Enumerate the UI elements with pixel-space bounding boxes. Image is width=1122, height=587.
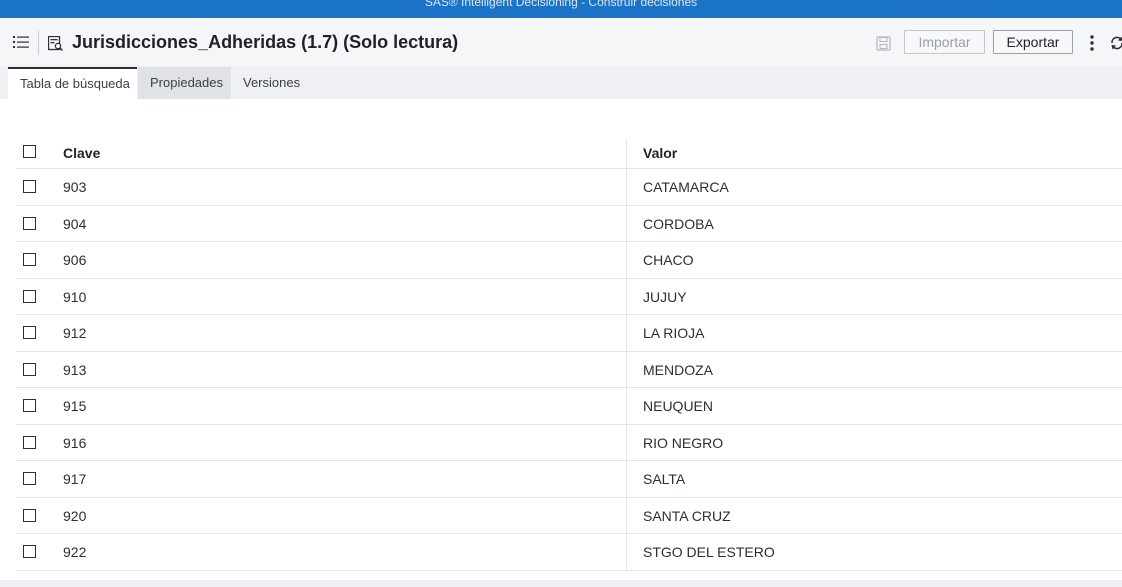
row-checkbox[interactable] bbox=[23, 508, 36, 522]
table-row[interactable]: 916 RIO NEGRO bbox=[16, 425, 1122, 461]
cell-key: 906 bbox=[63, 252, 87, 268]
cell-key: 903 bbox=[63, 179, 87, 195]
table-row[interactable]: 903 CATAMARCA bbox=[16, 169, 1122, 206]
cell-key: 917 bbox=[63, 471, 87, 487]
cell-key: 910 bbox=[63, 288, 87, 305]
cell-key: 916 bbox=[63, 434, 87, 451]
row-checkbox[interactable] bbox=[23, 399, 36, 412]
table-panel: Clave Valor 903 CATAMARCA 904 CORDOBA 906 CHA… bbox=[0, 99, 1122, 580]
cell-value: STGO DEL ESTERO bbox=[643, 544, 775, 560]
row-checkbox[interactable] bbox=[23, 435, 36, 449]
row-checkbox[interactable] bbox=[23, 545, 36, 558]
export-button[interactable]: Exportar bbox=[993, 30, 1073, 54]
save-icon[interactable] bbox=[876, 36, 891, 51]
import-button[interactable]: Importar bbox=[904, 30, 985, 54]
table-row[interactable]: 913 MENDOZA bbox=[16, 352, 1122, 388]
page-header: Jurisdicciones_Adheridas (1.7) (Solo lec… bbox=[0, 18, 1122, 66]
select-all-checkbox[interactable] bbox=[23, 145, 36, 158]
row-checkbox[interactable] bbox=[23, 289, 36, 303]
cell-value: CATAMARCA bbox=[643, 179, 729, 195]
cell-key: 904 bbox=[63, 215, 87, 232]
cell-value: NEUQUEN bbox=[643, 398, 714, 414]
cell-value: RIO NEGRO bbox=[643, 434, 724, 451]
column-header-key[interactable]: Clave bbox=[63, 145, 100, 161]
column-header-value[interactable]: Valor bbox=[643, 145, 677, 161]
table-row[interactable]: 904 CORDOBA bbox=[16, 206, 1122, 242]
lookup-table-icon bbox=[48, 36, 63, 51]
cell-value: MENDOZA bbox=[643, 361, 713, 378]
cell-key: 920 bbox=[63, 507, 87, 524]
tab-bar: Tabla de búsqueda Propiedades Versiones bbox=[0, 66, 1122, 99]
row-checkbox[interactable] bbox=[23, 253, 36, 266]
lookup-grid: Clave Valor 903 CATAMARCA 904 CORDOBA 906 CHA… bbox=[16, 135, 1122, 571]
row-checkbox[interactable] bbox=[23, 362, 36, 376]
cell-value: JUJUY bbox=[643, 288, 687, 305]
tab-lookup-table[interactable]: Tabla de búsqueda bbox=[8, 67, 137, 99]
cell-value: SALTA bbox=[643, 471, 686, 487]
cell-key: 913 bbox=[63, 361, 87, 378]
table-row[interactable]: 912 LA RIOJA bbox=[16, 315, 1122, 352]
header-divider bbox=[38, 31, 39, 55]
cell-value: CHACO bbox=[643, 252, 694, 268]
row-checkbox[interactable] bbox=[23, 326, 36, 339]
cell-value: CORDOBA bbox=[643, 215, 714, 232]
refresh-icon[interactable] bbox=[1109, 35, 1122, 51]
row-checkbox[interactable] bbox=[23, 216, 36, 230]
table-header-row: Clave Valor bbox=[16, 135, 1122, 169]
table-row[interactable]: 910 JUJUY bbox=[16, 279, 1122, 315]
cell-key: 912 bbox=[63, 325, 87, 341]
cell-key: 922 bbox=[63, 544, 87, 560]
table-row[interactable]: 917 SALTA bbox=[16, 461, 1122, 498]
tab-properties[interactable]: Propiedades bbox=[138, 67, 231, 99]
row-checkbox[interactable] bbox=[23, 472, 36, 485]
cell-key: 915 bbox=[63, 398, 87, 414]
page-title: Jurisdicciones_Adheridas (1.7) (Solo lec… bbox=[72, 32, 459, 52]
cell-value: SANTA CRUZ bbox=[643, 507, 731, 524]
tab-versions[interactable]: Versiones bbox=[231, 67, 309, 99]
list-menu-icon[interactable] bbox=[13, 35, 29, 49]
app-title: SAS® Intelligent Decisioning - Construir… bbox=[424, 0, 698, 9]
table-row[interactable]: 922 STGO DEL ESTERO bbox=[16, 534, 1122, 571]
app-title-bar: SAS® Intelligent Decisioning - Construir… bbox=[0, 0, 1122, 18]
row-checkbox[interactable] bbox=[23, 180, 36, 193]
table-row[interactable]: 906 CHACO bbox=[16, 242, 1122, 279]
table-row[interactable]: 915 NEUQUEN bbox=[16, 388, 1122, 425]
cell-value: LA RIOJA bbox=[643, 325, 705, 341]
table-row[interactable]: 920 SANTA CRUZ bbox=[16, 498, 1122, 534]
kebab-menu-icon[interactable] bbox=[1087, 34, 1097, 52]
